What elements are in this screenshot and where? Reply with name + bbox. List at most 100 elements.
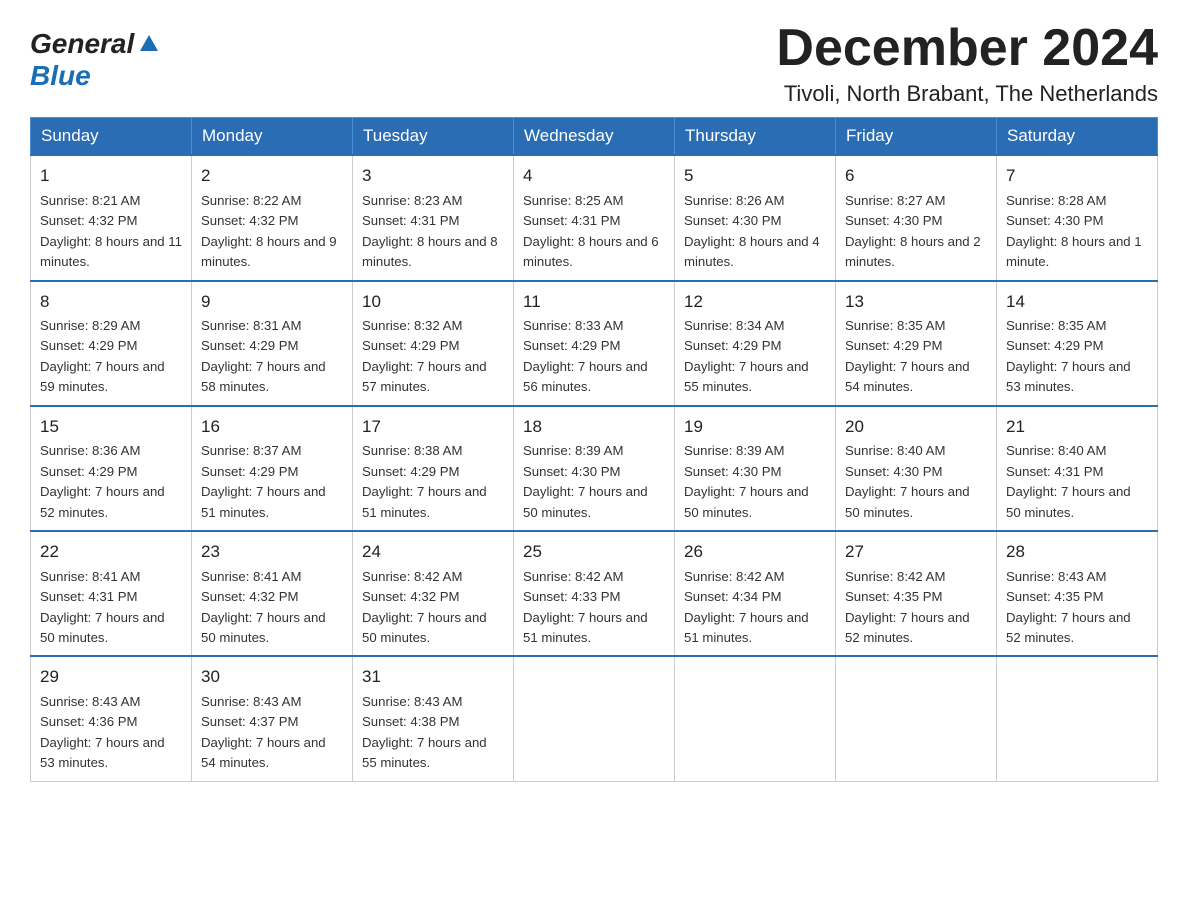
day-number: 5: [684, 163, 826, 189]
table-row: 26Sunrise: 8:42 AMSunset: 4:34 PMDayligh…: [675, 531, 836, 656]
table-row: 4Sunrise: 8:25 AMSunset: 4:31 PMDaylight…: [514, 155, 675, 280]
table-row: 19Sunrise: 8:39 AMSunset: 4:30 PMDayligh…: [675, 406, 836, 531]
table-row: 8Sunrise: 8:29 AMSunset: 4:29 PMDaylight…: [31, 281, 192, 406]
day-number: 9: [201, 289, 343, 315]
table-row: 27Sunrise: 8:42 AMSunset: 4:35 PMDayligh…: [836, 531, 997, 656]
cell-content: Sunrise: 8:26 AMSunset: 4:30 PMDaylight:…: [684, 191, 826, 273]
col-wednesday: Wednesday: [514, 118, 675, 156]
table-row: 29Sunrise: 8:43 AMSunset: 4:36 PMDayligh…: [31, 656, 192, 781]
day-number: 31: [362, 664, 504, 690]
cell-content: Sunrise: 8:37 AMSunset: 4:29 PMDaylight:…: [201, 441, 343, 523]
table-row: 14Sunrise: 8:35 AMSunset: 4:29 PMDayligh…: [997, 281, 1158, 406]
cell-content: Sunrise: 8:43 AMSunset: 4:38 PMDaylight:…: [362, 692, 504, 774]
table-row: 13Sunrise: 8:35 AMSunset: 4:29 PMDayligh…: [836, 281, 997, 406]
day-number: 18: [523, 414, 665, 440]
calendar-body: 1Sunrise: 8:21 AMSunset: 4:32 PMDaylight…: [31, 155, 1158, 781]
day-number: 17: [362, 414, 504, 440]
day-number: 10: [362, 289, 504, 315]
day-number: 2: [201, 163, 343, 189]
cell-content: Sunrise: 8:40 AMSunset: 4:31 PMDaylight:…: [1006, 441, 1148, 523]
table-row: 28Sunrise: 8:43 AMSunset: 4:35 PMDayligh…: [997, 531, 1158, 656]
page-subtitle: Tivoli, North Brabant, The Netherlands: [776, 81, 1158, 107]
cell-content: Sunrise: 8:43 AMSunset: 4:37 PMDaylight:…: [201, 692, 343, 774]
day-number: 12: [684, 289, 826, 315]
table-row: 3Sunrise: 8:23 AMSunset: 4:31 PMDaylight…: [353, 155, 514, 280]
page-title: December 2024: [776, 20, 1158, 77]
table-row: 6Sunrise: 8:27 AMSunset: 4:30 PMDaylight…: [836, 155, 997, 280]
header-row: Sunday Monday Tuesday Wednesday Thursday…: [31, 118, 1158, 156]
day-number: 6: [845, 163, 987, 189]
day-number: 1: [40, 163, 182, 189]
day-number: 21: [1006, 414, 1148, 440]
table-row: 18Sunrise: 8:39 AMSunset: 4:30 PMDayligh…: [514, 406, 675, 531]
cell-content: Sunrise: 8:42 AMSunset: 4:35 PMDaylight:…: [845, 567, 987, 649]
col-sunday: Sunday: [31, 118, 192, 156]
day-number: 28: [1006, 539, 1148, 565]
day-number: 4: [523, 163, 665, 189]
cell-content: Sunrise: 8:34 AMSunset: 4:29 PMDaylight:…: [684, 316, 826, 398]
day-number: 3: [362, 163, 504, 189]
cell-content: Sunrise: 8:22 AMSunset: 4:32 PMDaylight:…: [201, 191, 343, 273]
cell-content: Sunrise: 8:38 AMSunset: 4:29 PMDaylight:…: [362, 441, 504, 523]
table-row: 7Sunrise: 8:28 AMSunset: 4:30 PMDaylight…: [997, 155, 1158, 280]
day-number: 26: [684, 539, 826, 565]
day-number: 15: [40, 414, 182, 440]
col-monday: Monday: [192, 118, 353, 156]
table-row: 5Sunrise: 8:26 AMSunset: 4:30 PMDaylight…: [675, 155, 836, 280]
title-block: December 2024 Tivoli, North Brabant, The…: [776, 20, 1158, 107]
day-number: 16: [201, 414, 343, 440]
day-number: 30: [201, 664, 343, 690]
cell-content: Sunrise: 8:35 AMSunset: 4:29 PMDaylight:…: [845, 316, 987, 398]
day-number: 20: [845, 414, 987, 440]
cell-content: Sunrise: 8:43 AMSunset: 4:35 PMDaylight:…: [1006, 567, 1148, 649]
col-thursday: Thursday: [675, 118, 836, 156]
day-number: 19: [684, 414, 826, 440]
table-row: 20Sunrise: 8:40 AMSunset: 4:30 PMDayligh…: [836, 406, 997, 531]
cell-content: Sunrise: 8:25 AMSunset: 4:31 PMDaylight:…: [523, 191, 665, 273]
calendar-table: Sunday Monday Tuesday Wednesday Thursday…: [30, 117, 1158, 782]
day-number: 7: [1006, 163, 1148, 189]
logo-general-text: General: [30, 28, 134, 60]
logo-blue-text: Blue: [30, 60, 91, 92]
table-row: 15Sunrise: 8:36 AMSunset: 4:29 PMDayligh…: [31, 406, 192, 531]
day-number: 24: [362, 539, 504, 565]
cell-content: Sunrise: 8:41 AMSunset: 4:31 PMDaylight:…: [40, 567, 182, 649]
table-row: 12Sunrise: 8:34 AMSunset: 4:29 PMDayligh…: [675, 281, 836, 406]
table-row: 1Sunrise: 8:21 AMSunset: 4:32 PMDaylight…: [31, 155, 192, 280]
table-row: [836, 656, 997, 781]
cell-content: Sunrise: 8:40 AMSunset: 4:30 PMDaylight:…: [845, 441, 987, 523]
calendar-week-5: 29Sunrise: 8:43 AMSunset: 4:36 PMDayligh…: [31, 656, 1158, 781]
cell-content: Sunrise: 8:39 AMSunset: 4:30 PMDaylight:…: [684, 441, 826, 523]
cell-content: Sunrise: 8:42 AMSunset: 4:33 PMDaylight:…: [523, 567, 665, 649]
calendar-week-2: 8Sunrise: 8:29 AMSunset: 4:29 PMDaylight…: [31, 281, 1158, 406]
table-row: 10Sunrise: 8:32 AMSunset: 4:29 PMDayligh…: [353, 281, 514, 406]
day-number: 22: [40, 539, 182, 565]
table-row: 24Sunrise: 8:42 AMSunset: 4:32 PMDayligh…: [353, 531, 514, 656]
table-row: [514, 656, 675, 781]
logo-arrow-icon: [138, 33, 160, 60]
cell-content: Sunrise: 8:29 AMSunset: 4:29 PMDaylight:…: [40, 316, 182, 398]
cell-content: Sunrise: 8:36 AMSunset: 4:29 PMDaylight:…: [40, 441, 182, 523]
day-number: 13: [845, 289, 987, 315]
day-number: 8: [40, 289, 182, 315]
cell-content: Sunrise: 8:21 AMSunset: 4:32 PMDaylight:…: [40, 191, 182, 273]
calendar-week-1: 1Sunrise: 8:21 AMSunset: 4:32 PMDaylight…: [31, 155, 1158, 280]
cell-content: Sunrise: 8:23 AMSunset: 4:31 PMDaylight:…: [362, 191, 504, 273]
table-row: [675, 656, 836, 781]
table-row: 30Sunrise: 8:43 AMSunset: 4:37 PMDayligh…: [192, 656, 353, 781]
cell-content: Sunrise: 8:42 AMSunset: 4:34 PMDaylight:…: [684, 567, 826, 649]
day-number: 23: [201, 539, 343, 565]
cell-content: Sunrise: 8:41 AMSunset: 4:32 PMDaylight:…: [201, 567, 343, 649]
cell-content: Sunrise: 8:42 AMSunset: 4:32 PMDaylight:…: [362, 567, 504, 649]
col-tuesday: Tuesday: [353, 118, 514, 156]
day-number: 14: [1006, 289, 1148, 315]
cell-content: Sunrise: 8:33 AMSunset: 4:29 PMDaylight:…: [523, 316, 665, 398]
cell-content: Sunrise: 8:31 AMSunset: 4:29 PMDaylight:…: [201, 316, 343, 398]
day-number: 29: [40, 664, 182, 690]
table-row: 22Sunrise: 8:41 AMSunset: 4:31 PMDayligh…: [31, 531, 192, 656]
table-row: 9Sunrise: 8:31 AMSunset: 4:29 PMDaylight…: [192, 281, 353, 406]
table-row: 17Sunrise: 8:38 AMSunset: 4:29 PMDayligh…: [353, 406, 514, 531]
cell-content: Sunrise: 8:27 AMSunset: 4:30 PMDaylight:…: [845, 191, 987, 273]
day-number: 25: [523, 539, 665, 565]
table-row: [997, 656, 1158, 781]
